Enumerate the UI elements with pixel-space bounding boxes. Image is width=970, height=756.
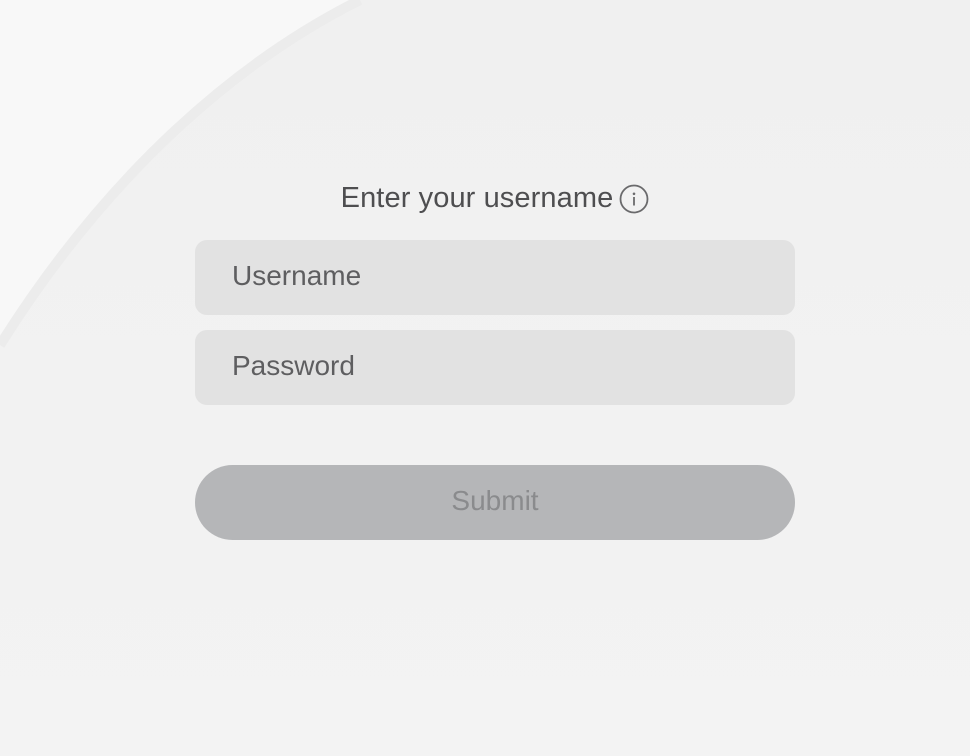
login-form: Enter your username Submit [195, 170, 795, 540]
username-input[interactable] [195, 240, 795, 315]
info-icon[interactable] [619, 184, 649, 214]
login-title: Enter your username [340, 181, 614, 214]
password-input[interactable] [195, 330, 795, 405]
submit-button[interactable]: Submit [195, 465, 795, 540]
login-title-row: Enter your username [195, 170, 795, 226]
